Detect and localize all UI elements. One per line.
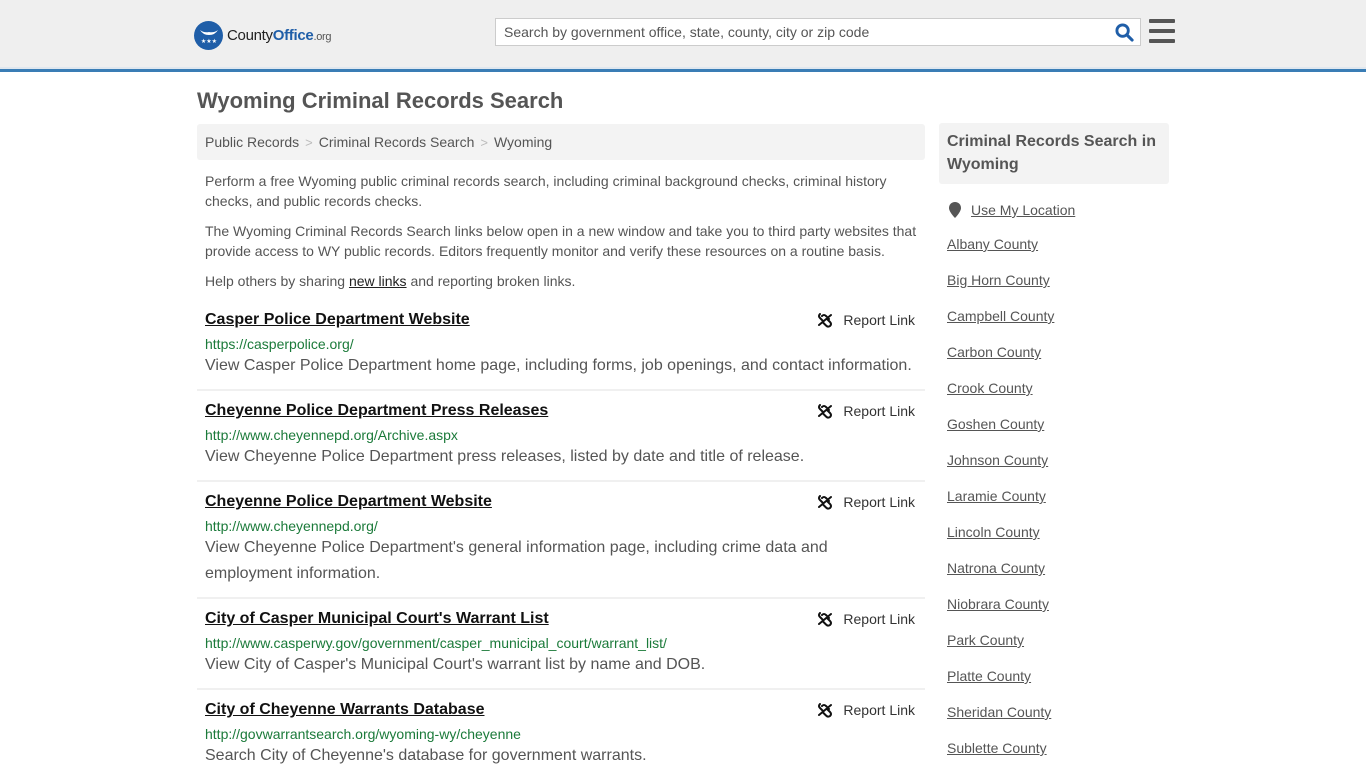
report-link-label: Report Link xyxy=(843,312,915,328)
report-link-button[interactable]: Report Link xyxy=(817,312,915,328)
results-list: Casper Police Department Website https:/… xyxy=(197,300,925,779)
county-item: Lincoln County xyxy=(947,514,1169,550)
broken-link-icon xyxy=(818,313,833,328)
county-link[interactable]: Natrona County xyxy=(947,560,1045,576)
result-item: Cheyenne Police Department Press Release… xyxy=(197,391,925,482)
menu-bar xyxy=(1149,29,1175,33)
breadcrumb-wyoming[interactable]: Wyoming xyxy=(494,134,552,150)
county-link[interactable]: Albany County xyxy=(947,236,1038,252)
intro-text: Perform a free Wyoming public criminal r… xyxy=(205,171,921,301)
site-header: ★★★ CountyOffice.org xyxy=(0,0,1366,72)
county-item: Niobrara County xyxy=(947,586,1169,622)
search-icon xyxy=(1114,22,1134,42)
menu-bar xyxy=(1149,39,1175,43)
county-link[interactable]: Campbell County xyxy=(947,308,1054,324)
report-link-label: Report Link xyxy=(843,403,915,419)
county-item: Crook County xyxy=(947,370,1169,406)
county-item: Sublette County xyxy=(947,730,1169,766)
county-item: Platte County xyxy=(947,658,1169,694)
county-link[interactable]: Park County xyxy=(947,632,1024,648)
result-url-link[interactable]: http://govwarrantsearch.org/wyoming-wy/c… xyxy=(205,725,917,743)
result-title-link[interactable]: City of Cheyenne Warrants Database xyxy=(205,700,484,720)
intro-text-fragment: Help others by sharing xyxy=(205,273,349,289)
menu-bar xyxy=(1149,19,1175,23)
broken-link-icon xyxy=(818,404,833,419)
broken-link-icon xyxy=(818,612,833,627)
search-input[interactable] xyxy=(496,19,1108,45)
svg-text:★★★: ★★★ xyxy=(200,38,216,45)
hamburger-menu-icon[interactable] xyxy=(1149,19,1175,43)
result-title-link[interactable]: Cheyenne Police Department Website xyxy=(205,492,492,512)
logo-text: CountyOffice.org xyxy=(227,26,332,44)
result-url-link[interactable]: https://casperpolice.org/ xyxy=(205,335,917,353)
result-url-link[interactable]: http://www.casperwy.gov/government/caspe… xyxy=(205,634,917,652)
county-link[interactable]: Lincoln County xyxy=(947,524,1040,540)
county-link[interactable]: Johnson County xyxy=(947,452,1048,468)
use-my-location-link[interactable]: Use My Location xyxy=(971,202,1075,218)
intro-paragraph-1: Perform a free Wyoming public criminal r… xyxy=(205,173,887,209)
result-item: Cheyenne Police Department Website http:… xyxy=(197,482,925,599)
county-item: Goshen County xyxy=(947,406,1169,442)
result-title-link[interactable]: City of Casper Municipal Court's Warrant… xyxy=(205,609,549,629)
report-link-button[interactable]: Report Link xyxy=(817,702,915,718)
result-description: View Casper Police Department home page,… xyxy=(205,357,912,374)
result-url-link[interactable]: http://www.cheyennepd.org/ xyxy=(205,517,917,535)
county-link[interactable]: Sublette County xyxy=(947,740,1047,756)
county-link[interactable]: Platte County xyxy=(947,668,1031,684)
result-description: View Cheyenne Police Department's genera… xyxy=(205,539,828,582)
site-logo[interactable]: ★★★ CountyOffice.org xyxy=(194,20,332,50)
county-link[interactable]: Niobrara County xyxy=(947,596,1049,612)
county-item: Big Horn County xyxy=(947,262,1169,298)
county-link[interactable]: Goshen County xyxy=(947,416,1044,432)
sidebar: Criminal Records Search in Wyoming Use M… xyxy=(939,123,1169,766)
report-link-button[interactable]: Report Link xyxy=(817,611,915,627)
breadcrumb-separator: > xyxy=(305,134,313,150)
county-item: Laramie County xyxy=(947,478,1169,514)
breadcrumb-public-records[interactable]: Public Records xyxy=(205,134,299,150)
use-my-location: Use My Location xyxy=(939,202,1169,218)
result-description: View Cheyenne Police Department press re… xyxy=(205,448,805,465)
county-item: Albany County xyxy=(947,226,1169,262)
county-link[interactable]: Big Horn County xyxy=(947,272,1050,288)
county-item: Johnson County xyxy=(947,442,1169,478)
eagle-logo-icon: ★★★ xyxy=(194,20,223,50)
result-item: Casper Police Department Website https:/… xyxy=(197,300,925,391)
broken-link-icon xyxy=(818,703,833,718)
intro-paragraph-3: Help others by sharing new links and rep… xyxy=(205,271,921,291)
result-item: City of Casper Municipal Court's Warrant… xyxy=(197,599,925,690)
result-title-link[interactable]: Cheyenne Police Department Press Release… xyxy=(205,401,548,421)
report-link-label: Report Link xyxy=(843,702,915,718)
page-title: Wyoming Criminal Records Search xyxy=(197,88,564,113)
search-bar xyxy=(495,18,1141,46)
intro-paragraph-2: The Wyoming Criminal Records Search link… xyxy=(205,223,917,259)
county-link[interactable]: Laramie County xyxy=(947,488,1046,504)
result-description: View City of Casper's Municipal Court's … xyxy=(205,656,706,673)
county-item: Sheridan County xyxy=(947,694,1169,730)
search-button[interactable] xyxy=(1108,19,1140,45)
county-item: Park County xyxy=(947,622,1169,658)
county-link[interactable]: Sheridan County xyxy=(947,704,1051,720)
county-item: Natrona County xyxy=(947,550,1169,586)
breadcrumb-separator: > xyxy=(480,134,488,150)
broken-link-icon xyxy=(818,495,833,510)
map-pin-icon xyxy=(949,202,961,218)
county-link[interactable]: Carbon County xyxy=(947,344,1041,360)
result-description: Search City of Cheyenne's database for g… xyxy=(205,747,647,764)
county-item: Carbon County xyxy=(947,334,1169,370)
report-link-button[interactable]: Report Link xyxy=(817,403,915,419)
breadcrumb: Public Records > Criminal Records Search… xyxy=(197,124,925,160)
report-link-button[interactable]: Report Link xyxy=(817,494,915,510)
report-link-label: Report Link xyxy=(843,494,915,510)
report-link-label: Report Link xyxy=(843,611,915,627)
result-title-link[interactable]: Casper Police Department Website xyxy=(205,310,470,330)
breadcrumb-criminal-records-search[interactable]: Criminal Records Search xyxy=(319,134,475,150)
county-link[interactable]: Crook County xyxy=(947,380,1033,396)
sidebar-heading: Criminal Records Search in Wyoming xyxy=(939,123,1169,184)
result-item: City of Cheyenne Warrants Database http:… xyxy=(197,690,925,779)
new-links-link[interactable]: new links xyxy=(349,273,407,289)
intro-text-fragment: and reporting broken links. xyxy=(406,273,576,289)
county-list: Albany County Big Horn County Campbell C… xyxy=(939,226,1169,766)
county-item: Campbell County xyxy=(947,298,1169,334)
result-url-link[interactable]: http://www.cheyennepd.org/Archive.aspx xyxy=(205,426,917,444)
